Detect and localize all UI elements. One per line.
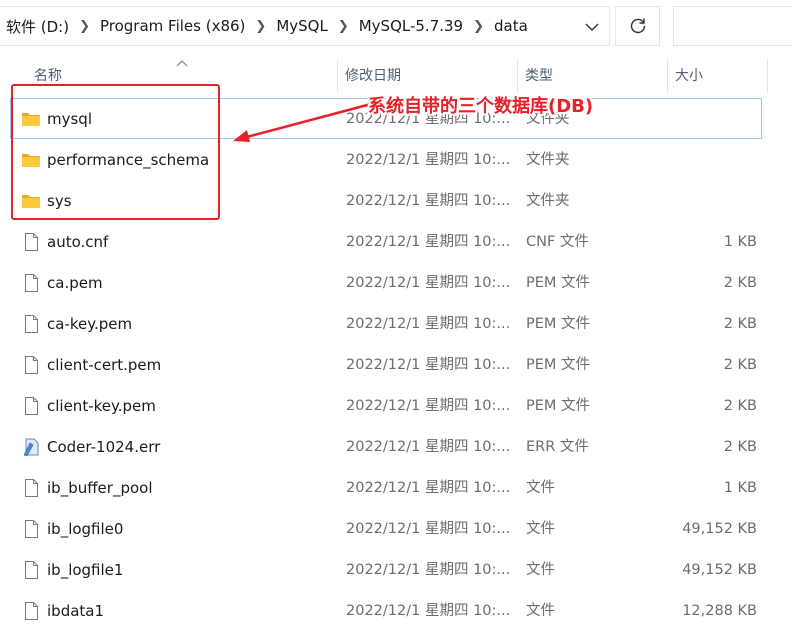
file-type: PEM 文件 <box>526 398 591 414</box>
search-input[interactable] <box>673 6 792 46</box>
modified-date: 2022/12/1 星期四 10:... <box>346 152 511 168</box>
log-file-icon <box>21 437 41 457</box>
file-size: 1 KB <box>723 234 757 250</box>
file-type: 文件 <box>526 562 555 578</box>
file-row[interactable]: Coder-1024.err 2022/12/1 星期四 10:... ERR 文件… <box>10 426 762 467</box>
sort-ascending-icon <box>176 60 188 67</box>
file-name: ca.pem <box>47 274 103 292</box>
chevron-down-icon <box>585 23 599 31</box>
file-icon <box>21 601 41 621</box>
chevron-right-icon[interactable]: ❯ <box>334 19 353 34</box>
annotation-highlight-box <box>11 84 220 220</box>
file-size: 2 KB <box>723 398 757 414</box>
column-header-type[interactable]: 类型 <box>517 58 667 94</box>
file-size: 2 KB <box>723 357 757 373</box>
breadcrumb-program-files[interactable]: Program Files (x86) <box>94 17 251 35</box>
annotation-arrow-icon <box>233 102 372 142</box>
modified-date: 2022/12/1 星期四 10:... <box>346 480 511 496</box>
modified-date: 2022/12/1 星期四 10:... <box>346 398 511 414</box>
modified-date: 2022/12/1 星期四 10:... <box>346 316 511 332</box>
file-type: 文件 <box>526 521 555 537</box>
refresh-button[interactable] <box>615 6 660 46</box>
file-name: ib_logfile0 <box>47 520 124 538</box>
chevron-right-icon[interactable]: ❯ <box>75 19 94 34</box>
chevron-right-icon[interactable]: ❯ <box>251 19 270 34</box>
column-header-date[interactable]: 修改日期 <box>337 58 517 94</box>
file-name: client-cert.pem <box>47 356 162 374</box>
file-icon <box>21 519 41 539</box>
modified-date: 2022/12/1 星期四 10:... <box>346 234 511 250</box>
chevron-right-icon[interactable]: ❯ <box>469 19 488 34</box>
modified-date: 2022/12/1 星期四 10:... <box>346 439 511 455</box>
breadcrumb-mysql[interactable]: MySQL <box>270 17 334 35</box>
breadcrumb-mysql-version[interactable]: MySQL-5.7.39 <box>353 17 469 35</box>
modified-date: 2022/12/1 星期四 10:... <box>346 357 511 373</box>
file-row[interactable]: ca-key.pem 2022/12/1 星期四 10:... PEM 文件 2 KB <box>10 303 762 344</box>
file-name: ib_logfile1 <box>47 561 124 579</box>
breadcrumb-data[interactable]: data <box>488 17 534 35</box>
file-size: 49,152 KB <box>682 521 757 537</box>
file-icon <box>21 314 41 334</box>
file-type: PEM 文件 <box>526 316 591 332</box>
file-row[interactable]: ibdata1 2022/12/1 星期四 10:... 文件 12,288 KB <box>10 590 762 631</box>
file-name: Coder-1024.err <box>47 438 161 456</box>
file-icon <box>21 355 41 375</box>
file-size: 12,288 KB <box>682 603 757 619</box>
file-size: 49,152 KB <box>682 562 757 578</box>
file-type: CNF 文件 <box>526 234 589 250</box>
file-name: ib_buffer_pool <box>47 479 153 497</box>
file-size: 2 KB <box>723 439 757 455</box>
file-row[interactable]: client-key.pem 2022/12/1 星期四 10:... PEM 文件… <box>10 385 762 426</box>
modified-date: 2022/12/1 星期四 10:... <box>346 521 511 537</box>
file-icon <box>21 560 41 580</box>
breadcrumb-drive[interactable]: 软件 (D:) <box>0 16 75 37</box>
file-name: auto.cnf <box>47 233 109 251</box>
file-type: ERR 文件 <box>526 439 589 455</box>
modified-date: 2022/12/1 星期四 10:... <box>346 603 511 619</box>
modified-date: 2022/12/1 星期四 10:... <box>346 275 511 291</box>
column-header-size[interactable]: 大小 <box>667 58 767 94</box>
file-type: PEM 文件 <box>526 275 591 291</box>
annotation-label: 系统自带的三个数据库(DB) <box>368 96 594 117</box>
column-divider[interactable] <box>767 60 768 92</box>
file-name: client-key.pem <box>47 397 156 415</box>
file-type: 文件 <box>526 603 555 619</box>
file-type: PEM 文件 <box>526 357 591 373</box>
file-row[interactable]: ib_buffer_pool 2022/12/1 星期四 10:... 文件 1 KB <box>10 467 762 508</box>
file-icon <box>21 478 41 498</box>
file-size: 2 KB <box>723 275 757 291</box>
file-icon <box>21 396 41 416</box>
file-size: 2 KB <box>723 316 757 332</box>
file-row[interactable]: ib_logfile1 2022/12/1 星期四 10:... 文件 49,152 … <box>10 549 762 590</box>
file-row[interactable]: client-cert.pem 2022/12/1 星期四 10:... PEM 文… <box>10 344 762 385</box>
file-icon <box>21 273 41 293</box>
file-type: 文件夹 <box>526 193 570 209</box>
file-type: 文件 <box>526 480 555 496</box>
modified-date: 2022/12/1 星期四 10:... <box>346 193 511 209</box>
file-name: ibdata1 <box>47 602 105 620</box>
file-row[interactable]: ca.pem 2022/12/1 星期四 10:... PEM 文件 2 KB <box>10 262 762 303</box>
file-size: 1 KB <box>723 480 757 496</box>
modified-date: 2022/12/1 星期四 10:... <box>346 562 511 578</box>
file-row[interactable]: ib_logfile0 2022/12/1 星期四 10:... 文件 49,152 … <box>10 508 762 549</box>
address-history-dropdown[interactable] <box>575 12 609 42</box>
file-type: 文件夹 <box>526 152 570 168</box>
address-bar[interactable]: 软件 (D:) ❯ Program Files (x86) ❯ MySQL ❯ … <box>0 6 610 46</box>
file-row[interactable]: auto.cnf 2022/12/1 星期四 10:... CNF 文件 1 KB <box>10 221 762 262</box>
refresh-icon <box>630 18 645 34</box>
file-name: ca-key.pem <box>47 315 133 333</box>
file-icon <box>21 232 41 252</box>
